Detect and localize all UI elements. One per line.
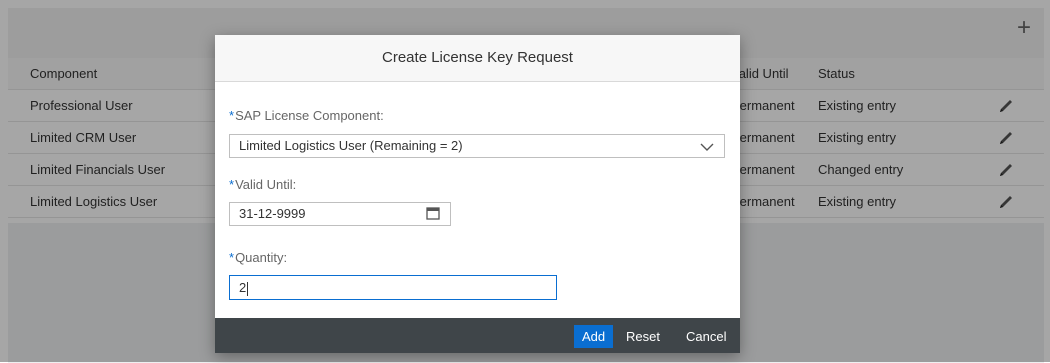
calendar-icon[interactable] [426, 206, 440, 223]
quantity-value: 2 [239, 276, 249, 299]
dialog-title: Create License Key Request [215, 35, 740, 82]
dialog-body: *SAP License Component: Limited Logistic… [215, 82, 740, 318]
cancel-button[interactable]: Cancel [678, 325, 734, 348]
required-marker: * [229, 250, 235, 265]
add-button[interactable]: Add [574, 325, 614, 348]
valid-until-date-picker[interactable]: 31-12-9999 [229, 202, 451, 226]
reset-button[interactable]: Reset [618, 325, 668, 348]
dialog-footer: Add Reset Cancel [215, 318, 740, 353]
quantity-value-text: 2 [239, 280, 247, 295]
component-select[interactable]: Limited Logistics User (Remaining = 2) [229, 134, 725, 158]
text-caret [247, 281, 249, 296]
required-marker: * [229, 177, 235, 192]
valid-until-label: *Valid Until: [229, 177, 296, 192]
quantity-label: *Quantity: [229, 250, 287, 265]
component-label-text: SAP License Component: [235, 108, 384, 123]
component-select-value: Limited Logistics User (Remaining = 2) [239, 138, 463, 153]
quantity-input[interactable]: 2 [229, 275, 557, 300]
quantity-label-text: Quantity: [235, 250, 288, 265]
valid-until-value: 31-12-9999 [239, 206, 306, 221]
valid-until-label-text: Valid Until: [235, 177, 297, 192]
required-marker: * [229, 108, 235, 123]
component-label: *SAP License Component: [229, 108, 384, 123]
create-license-key-dialog: Create License Key Request *SAP License … [215, 35, 740, 353]
chevron-down-icon[interactable] [700, 140, 714, 155]
